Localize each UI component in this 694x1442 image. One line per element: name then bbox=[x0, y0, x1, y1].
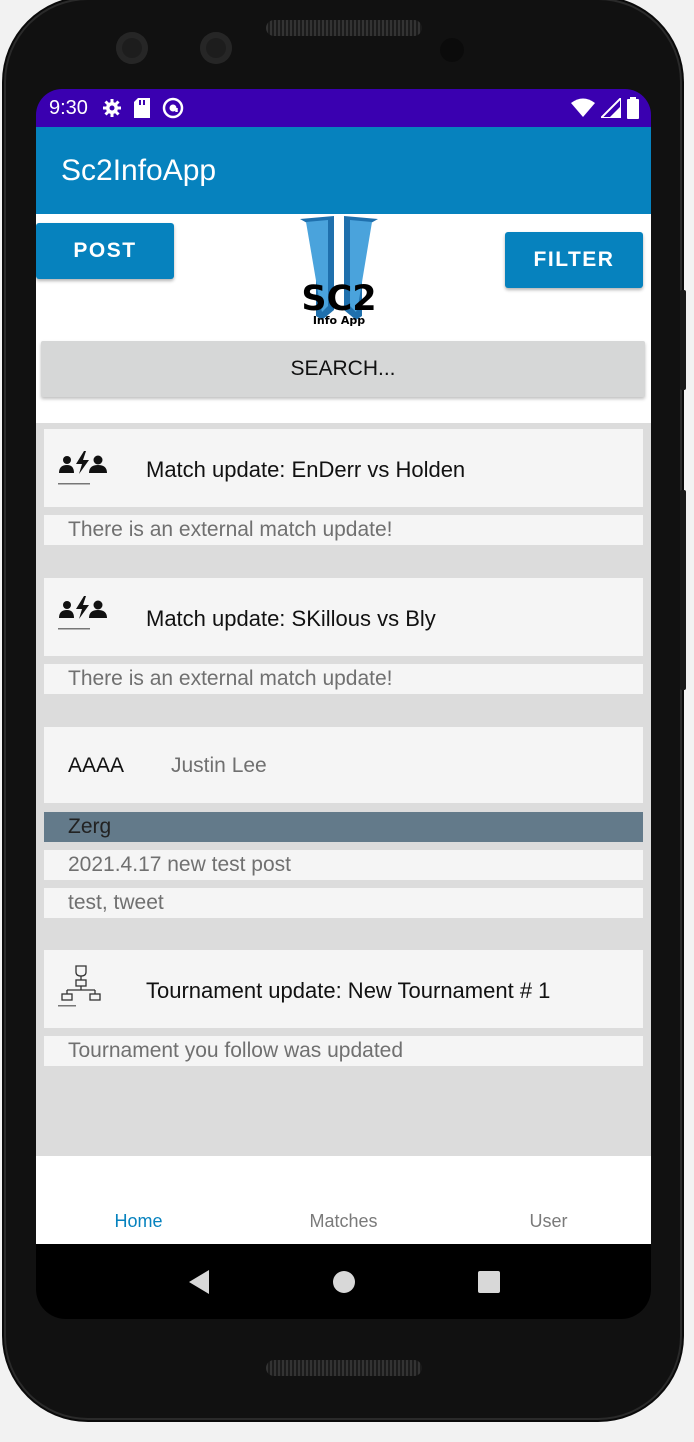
settings-icon bbox=[102, 99, 121, 117]
feed-card-match[interactable]: Match update: EnDerr vs Holden bbox=[44, 429, 643, 507]
feed-card-subtitle: There is an external match update! bbox=[44, 664, 643, 694]
search-button[interactable]: SEARCH... bbox=[41, 341, 645, 397]
tournament-icon bbox=[58, 965, 101, 1007]
post-body: 2021.4.17 new test post bbox=[44, 850, 643, 880]
at-sign-icon bbox=[162, 97, 184, 119]
bottom-speaker bbox=[266, 1360, 422, 1376]
volume-button bbox=[680, 490, 686, 690]
feed-card-title: Tournament update: New Tournament # 1 bbox=[146, 978, 551, 1003]
app-title: Sc2InfoApp bbox=[61, 154, 217, 187]
logo-subtitle: Info App bbox=[313, 314, 365, 327]
app-logo: SC2 Info App bbox=[300, 216, 378, 327]
feed-card-title: Match update: SKillous vs Bly bbox=[146, 606, 436, 631]
battery-icon bbox=[627, 97, 639, 119]
power-button bbox=[680, 290, 686, 390]
post-race-badge: Zerg bbox=[44, 812, 643, 842]
post-button[interactable]: POST bbox=[36, 223, 174, 279]
home-content: POST SC2 Info App FILTER SEARCH... Match… bbox=[36, 214, 651, 1156]
post-tags: test, tweet bbox=[44, 888, 643, 918]
feed-card-subtitle: There is an external match update! bbox=[44, 515, 643, 545]
match-icon bbox=[58, 596, 107, 630]
wifi-icon bbox=[571, 98, 595, 117]
system-navigation-bar bbox=[36, 1244, 651, 1319]
front-camera bbox=[116, 32, 148, 64]
post-author: Justin Lee bbox=[171, 754, 267, 777]
signal-icon bbox=[601, 98, 621, 118]
home-icon[interactable] bbox=[332, 1270, 356, 1294]
nav-home[interactable]: Home bbox=[36, 1156, 241, 1244]
device-screen: 9:30 Sc2InfoApp POST SC2 Info App FILTER… bbox=[36, 89, 651, 1319]
front-camera-secondary bbox=[200, 32, 232, 64]
bottom-navigation: Home Matches User bbox=[36, 1156, 651, 1244]
feed-card-title: Match update: EnDerr vs Holden bbox=[146, 457, 466, 482]
feed-card-post[interactable]: AAAA Justin Lee bbox=[44, 727, 643, 803]
earpiece-speaker bbox=[266, 20, 422, 36]
feed-card-match[interactable]: Match update: SKillous vs Bly bbox=[44, 578, 643, 656]
nav-user[interactable]: User bbox=[446, 1156, 651, 1244]
status-time: 9:30 bbox=[49, 96, 88, 119]
match-icon bbox=[58, 451, 107, 485]
app-bar: Sc2InfoApp bbox=[36, 127, 651, 214]
post-name: AAAA bbox=[68, 754, 125, 777]
feed-list[interactable]: Match update: EnDerr vs Holden There is … bbox=[36, 423, 651, 1156]
sensor bbox=[440, 38, 464, 62]
status-bar: 9:30 bbox=[36, 89, 651, 127]
filter-button[interactable]: FILTER bbox=[505, 232, 643, 288]
feed-card-tournament[interactable]: Tournament update: New Tournament # 1 bbox=[44, 950, 643, 1028]
logo-title: SC2 bbox=[301, 279, 376, 319]
sd-card-icon bbox=[133, 98, 150, 118]
nav-matches[interactable]: Matches bbox=[241, 1156, 446, 1244]
recents-icon[interactable] bbox=[477, 1270, 501, 1294]
back-icon[interactable] bbox=[187, 1269, 211, 1295]
feed-card-subtitle: Tournament you follow was updated bbox=[44, 1036, 643, 1066]
